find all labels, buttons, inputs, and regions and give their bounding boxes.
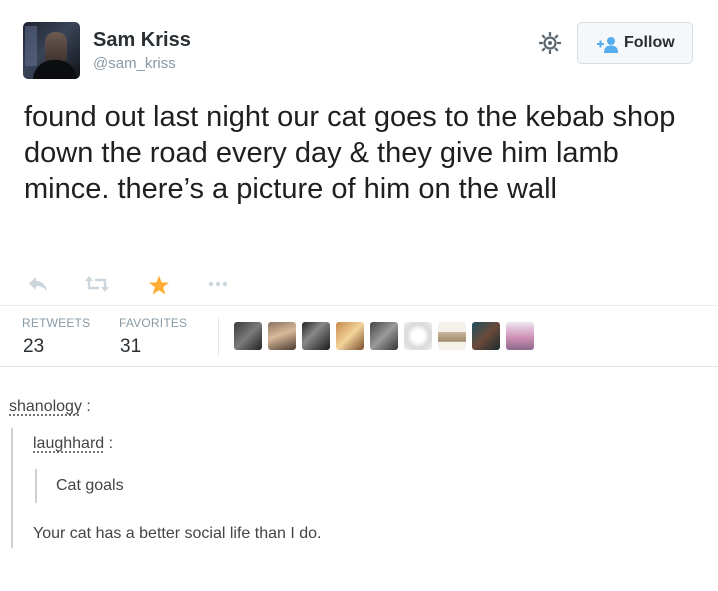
add-user-icon: [597, 35, 619, 53]
gear-icon[interactable]: [537, 30, 563, 56]
author-name[interactable]: Sam Kriss: [93, 29, 191, 52]
favorites-count[interactable]: 31: [120, 336, 141, 358]
avatar-highlight: [25, 26, 37, 66]
favoriter-avatar[interactable]: [268, 322, 296, 350]
tweet-text: found out last night our cat goes to the…: [24, 101, 676, 205]
tumblr-username[interactable]: shanology: [9, 398, 82, 415]
reblog-user-2: laughhard :: [33, 435, 113, 453]
reblog-colon: :: [108, 435, 114, 452]
tumblr-username[interactable]: laughhard: [33, 435, 104, 452]
divider: [0, 305, 718, 306]
retweet-icon[interactable]: [85, 275, 109, 293]
reblog-colon: :: [86, 398, 91, 415]
retweets-label[interactable]: RETWEETS: [22, 316, 90, 330]
reblog-user-1: shanology :: [9, 398, 91, 416]
follow-button[interactable]: Follow: [577, 22, 693, 64]
reply-arrow-icon[interactable]: [28, 275, 50, 293]
author-handle[interactable]: @sam_kriss: [93, 55, 176, 72]
favoriter-avatar[interactable]: [404, 322, 432, 350]
follow-label: Follow: [624, 34, 675, 51]
favorites-label[interactable]: FAVORITES: [119, 316, 187, 330]
favoriter-avatar[interactable]: [370, 322, 398, 350]
avatar-shoulders: [33, 60, 77, 79]
tweet-card: Sam Kriss @sam_kriss Follow found out la…: [0, 0, 718, 370]
quote-bar: [11, 428, 13, 548]
tweet-stats: RETWEETS 23 FAVORITES 31: [22, 316, 694, 364]
favoriter-avatar[interactable]: [438, 322, 466, 350]
stats-divider: [218, 318, 219, 356]
favoriter-avatar[interactable]: [302, 322, 330, 350]
divider: [0, 366, 718, 367]
reply-text: Your cat has a better social life than I…: [33, 525, 322, 542]
inner-quote-text: Cat goals: [56, 477, 124, 494]
favoriter-avatar[interactable]: [234, 322, 262, 350]
author-avatar[interactable]: [23, 22, 80, 79]
retweets-count[interactable]: 23: [23, 336, 44, 358]
ellipsis-icon[interactable]: [208, 281, 228, 287]
favoriter-avatar[interactable]: [336, 322, 364, 350]
favoriter-avatar[interactable]: [506, 322, 534, 350]
quote-bar: [35, 469, 37, 503]
star-icon[interactable]: [148, 275, 170, 296]
favoriter-avatar[interactable]: [472, 322, 500, 350]
